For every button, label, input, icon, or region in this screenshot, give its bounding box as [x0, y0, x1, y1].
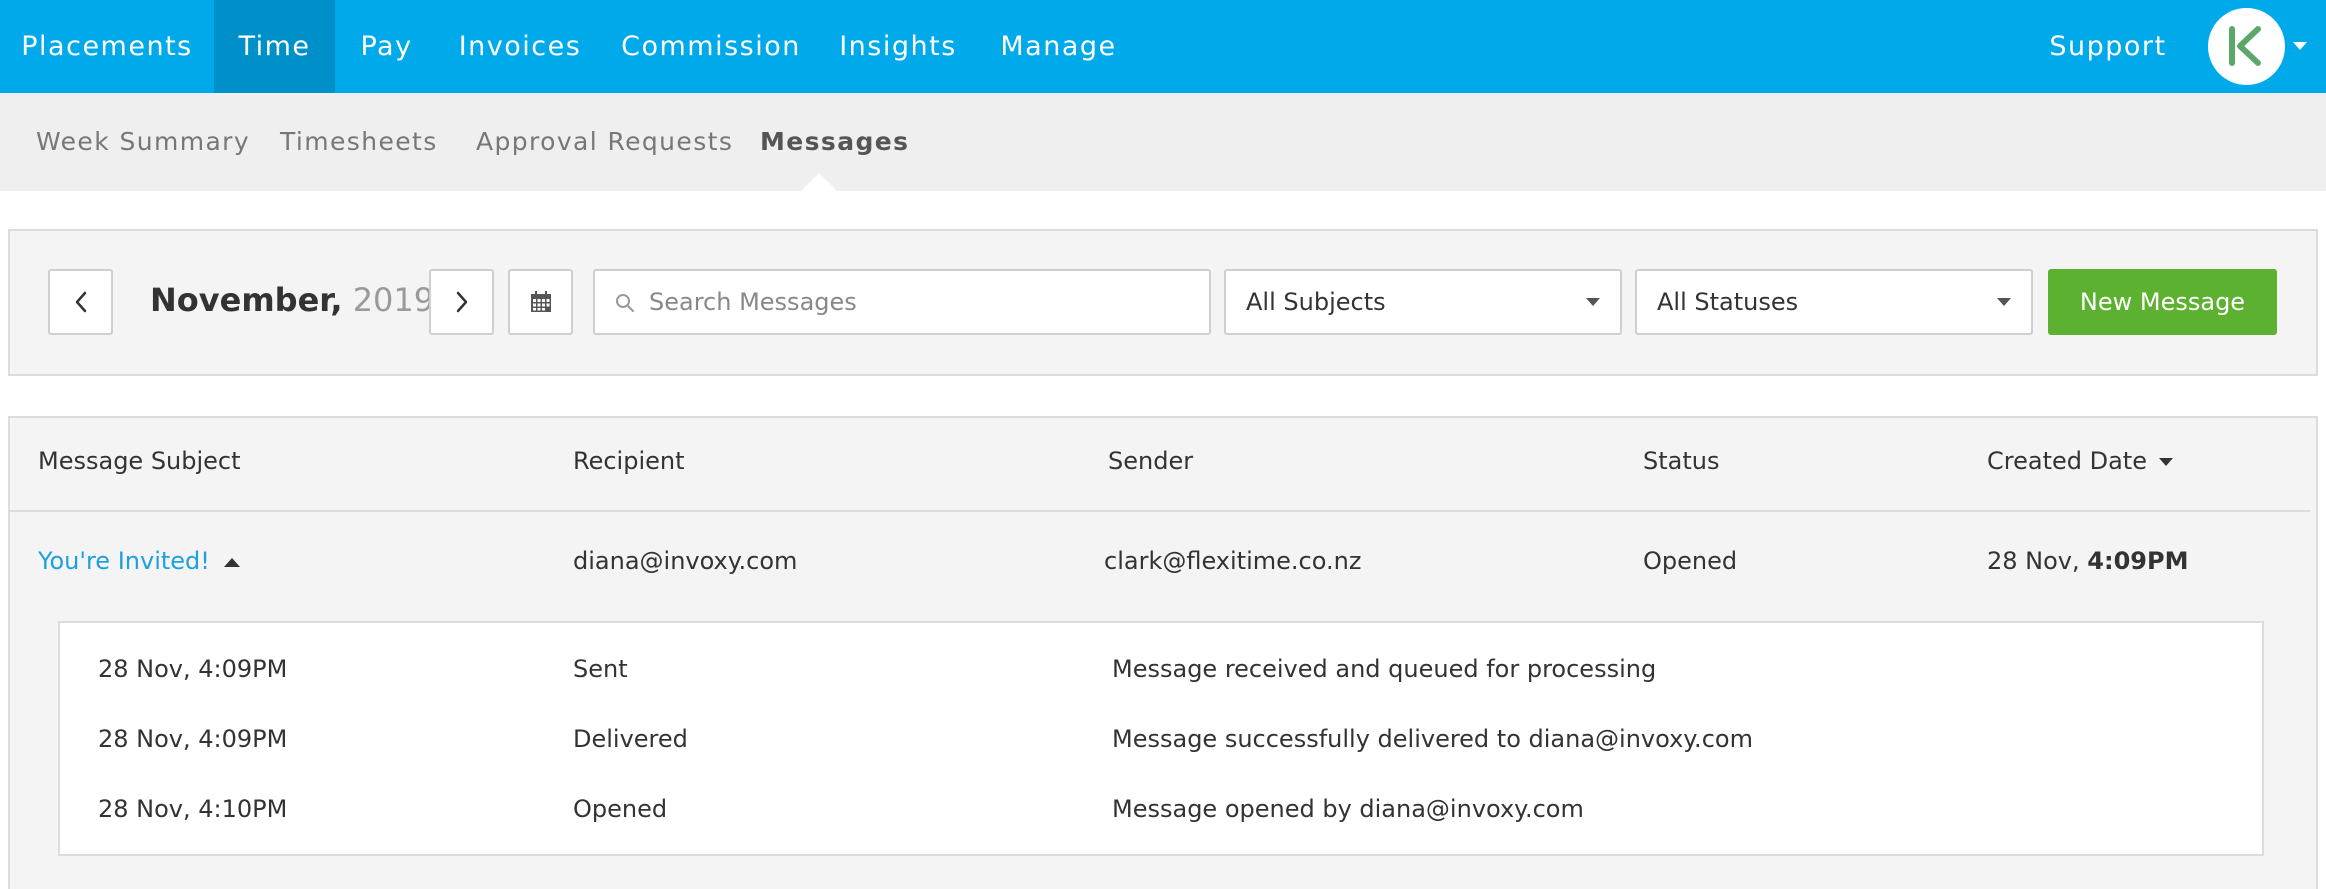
search-input[interactable]	[649, 271, 1189, 333]
subject-select[interactable]: All Subjects	[1224, 269, 1622, 335]
calendar-button[interactable]	[508, 269, 573, 335]
column-header-created-date-label: Created Date	[1987, 447, 2147, 475]
table-row: You're Invited!	[38, 547, 240, 575]
new-message-button[interactable]: New Message	[2048, 269, 2277, 335]
header-divider	[10, 510, 2310, 512]
row-status: Opened	[1643, 547, 1738, 575]
event-detail: Message successfully delivered to diana@…	[1112, 725, 1753, 753]
row-sender: clark@flexitime.co.nz	[1104, 547, 1362, 575]
subnav-timesheets[interactable]: Timesheets	[280, 93, 438, 191]
calendar-icon	[530, 291, 551, 312]
nav-commission[interactable]: Commission	[602, 0, 820, 93]
nav-placements[interactable]: Placements	[0, 0, 214, 93]
column-header-sender: Sender	[1108, 447, 1194, 475]
chevron-down-icon	[1586, 298, 1600, 306]
chevron-left-icon	[75, 291, 86, 313]
column-header-status: Status	[1643, 447, 1720, 475]
nav-insights[interactable]: Insights	[820, 0, 976, 93]
top-nav: Placements Time Pay Invoices Commission …	[0, 0, 2326, 93]
event-detail: Message received and queued for processi…	[1112, 655, 1657, 683]
event-detail: Message opened by diana@invoxy.com	[1112, 795, 1584, 823]
nav-pay[interactable]: Pay	[335, 0, 438, 93]
sort-caret-down-icon[interactable]	[2158, 458, 2173, 466]
sub-nav: Week Summary Timesheets Approval Request…	[0, 93, 2326, 191]
nav-support[interactable]: Support	[2032, 0, 2184, 93]
row-created-time: 4:09PM	[2087, 547, 2189, 575]
row-created-day: 28 Nov,	[1987, 547, 2080, 575]
avatar[interactable]	[2208, 8, 2285, 85]
event-status: Opened	[573, 795, 668, 823]
event-time: 28 Nov, 4:09PM	[98, 725, 288, 753]
month-label: November, 2019	[150, 281, 434, 319]
column-header-recipient: Recipient	[573, 447, 685, 475]
subnav-approval-requests[interactable]: Approval Requests	[476, 93, 733, 191]
chevron-right-icon	[456, 291, 467, 313]
status-select-value: All Statuses	[1657, 288, 1799, 316]
month-name: November,	[150, 281, 343, 319]
chevron-down-icon	[1997, 298, 2011, 306]
event-time: 28 Nov, 4:09PM	[98, 655, 288, 683]
year-value: 2019	[352, 281, 435, 319]
active-tab-indicator	[801, 173, 837, 191]
message-subject-link[interactable]: You're Invited!	[38, 547, 210, 575]
subnav-week-summary[interactable]: Week Summary	[36, 93, 250, 191]
event-status: Delivered	[573, 725, 688, 753]
previous-month-button[interactable]	[48, 269, 113, 335]
subject-select-value: All Subjects	[1246, 288, 1386, 316]
search-box	[593, 269, 1211, 335]
flexitime-logo-icon	[2229, 26, 2261, 66]
event-status: Sent	[573, 655, 628, 683]
column-header-created-date[interactable]: Created Date	[1987, 447, 2173, 475]
row-recipient: diana@invoxy.com	[573, 547, 798, 575]
event-time: 28 Nov, 4:10PM	[98, 795, 288, 823]
row-created-date: 28 Nov, 4:09PM	[1987, 547, 2188, 575]
chevron-down-icon[interactable]	[2293, 42, 2307, 50]
next-month-button[interactable]	[429, 269, 494, 335]
nav-time[interactable]: Time	[214, 0, 335, 93]
nav-invoices[interactable]: Invoices	[438, 0, 602, 93]
collapse-caret-up-icon[interactable]	[223, 557, 240, 567]
column-header-subject: Message Subject	[38, 447, 241, 475]
search-icon	[616, 294, 634, 312]
status-select[interactable]: All Statuses	[1635, 269, 2033, 335]
nav-manage[interactable]: Manage	[976, 0, 1141, 93]
